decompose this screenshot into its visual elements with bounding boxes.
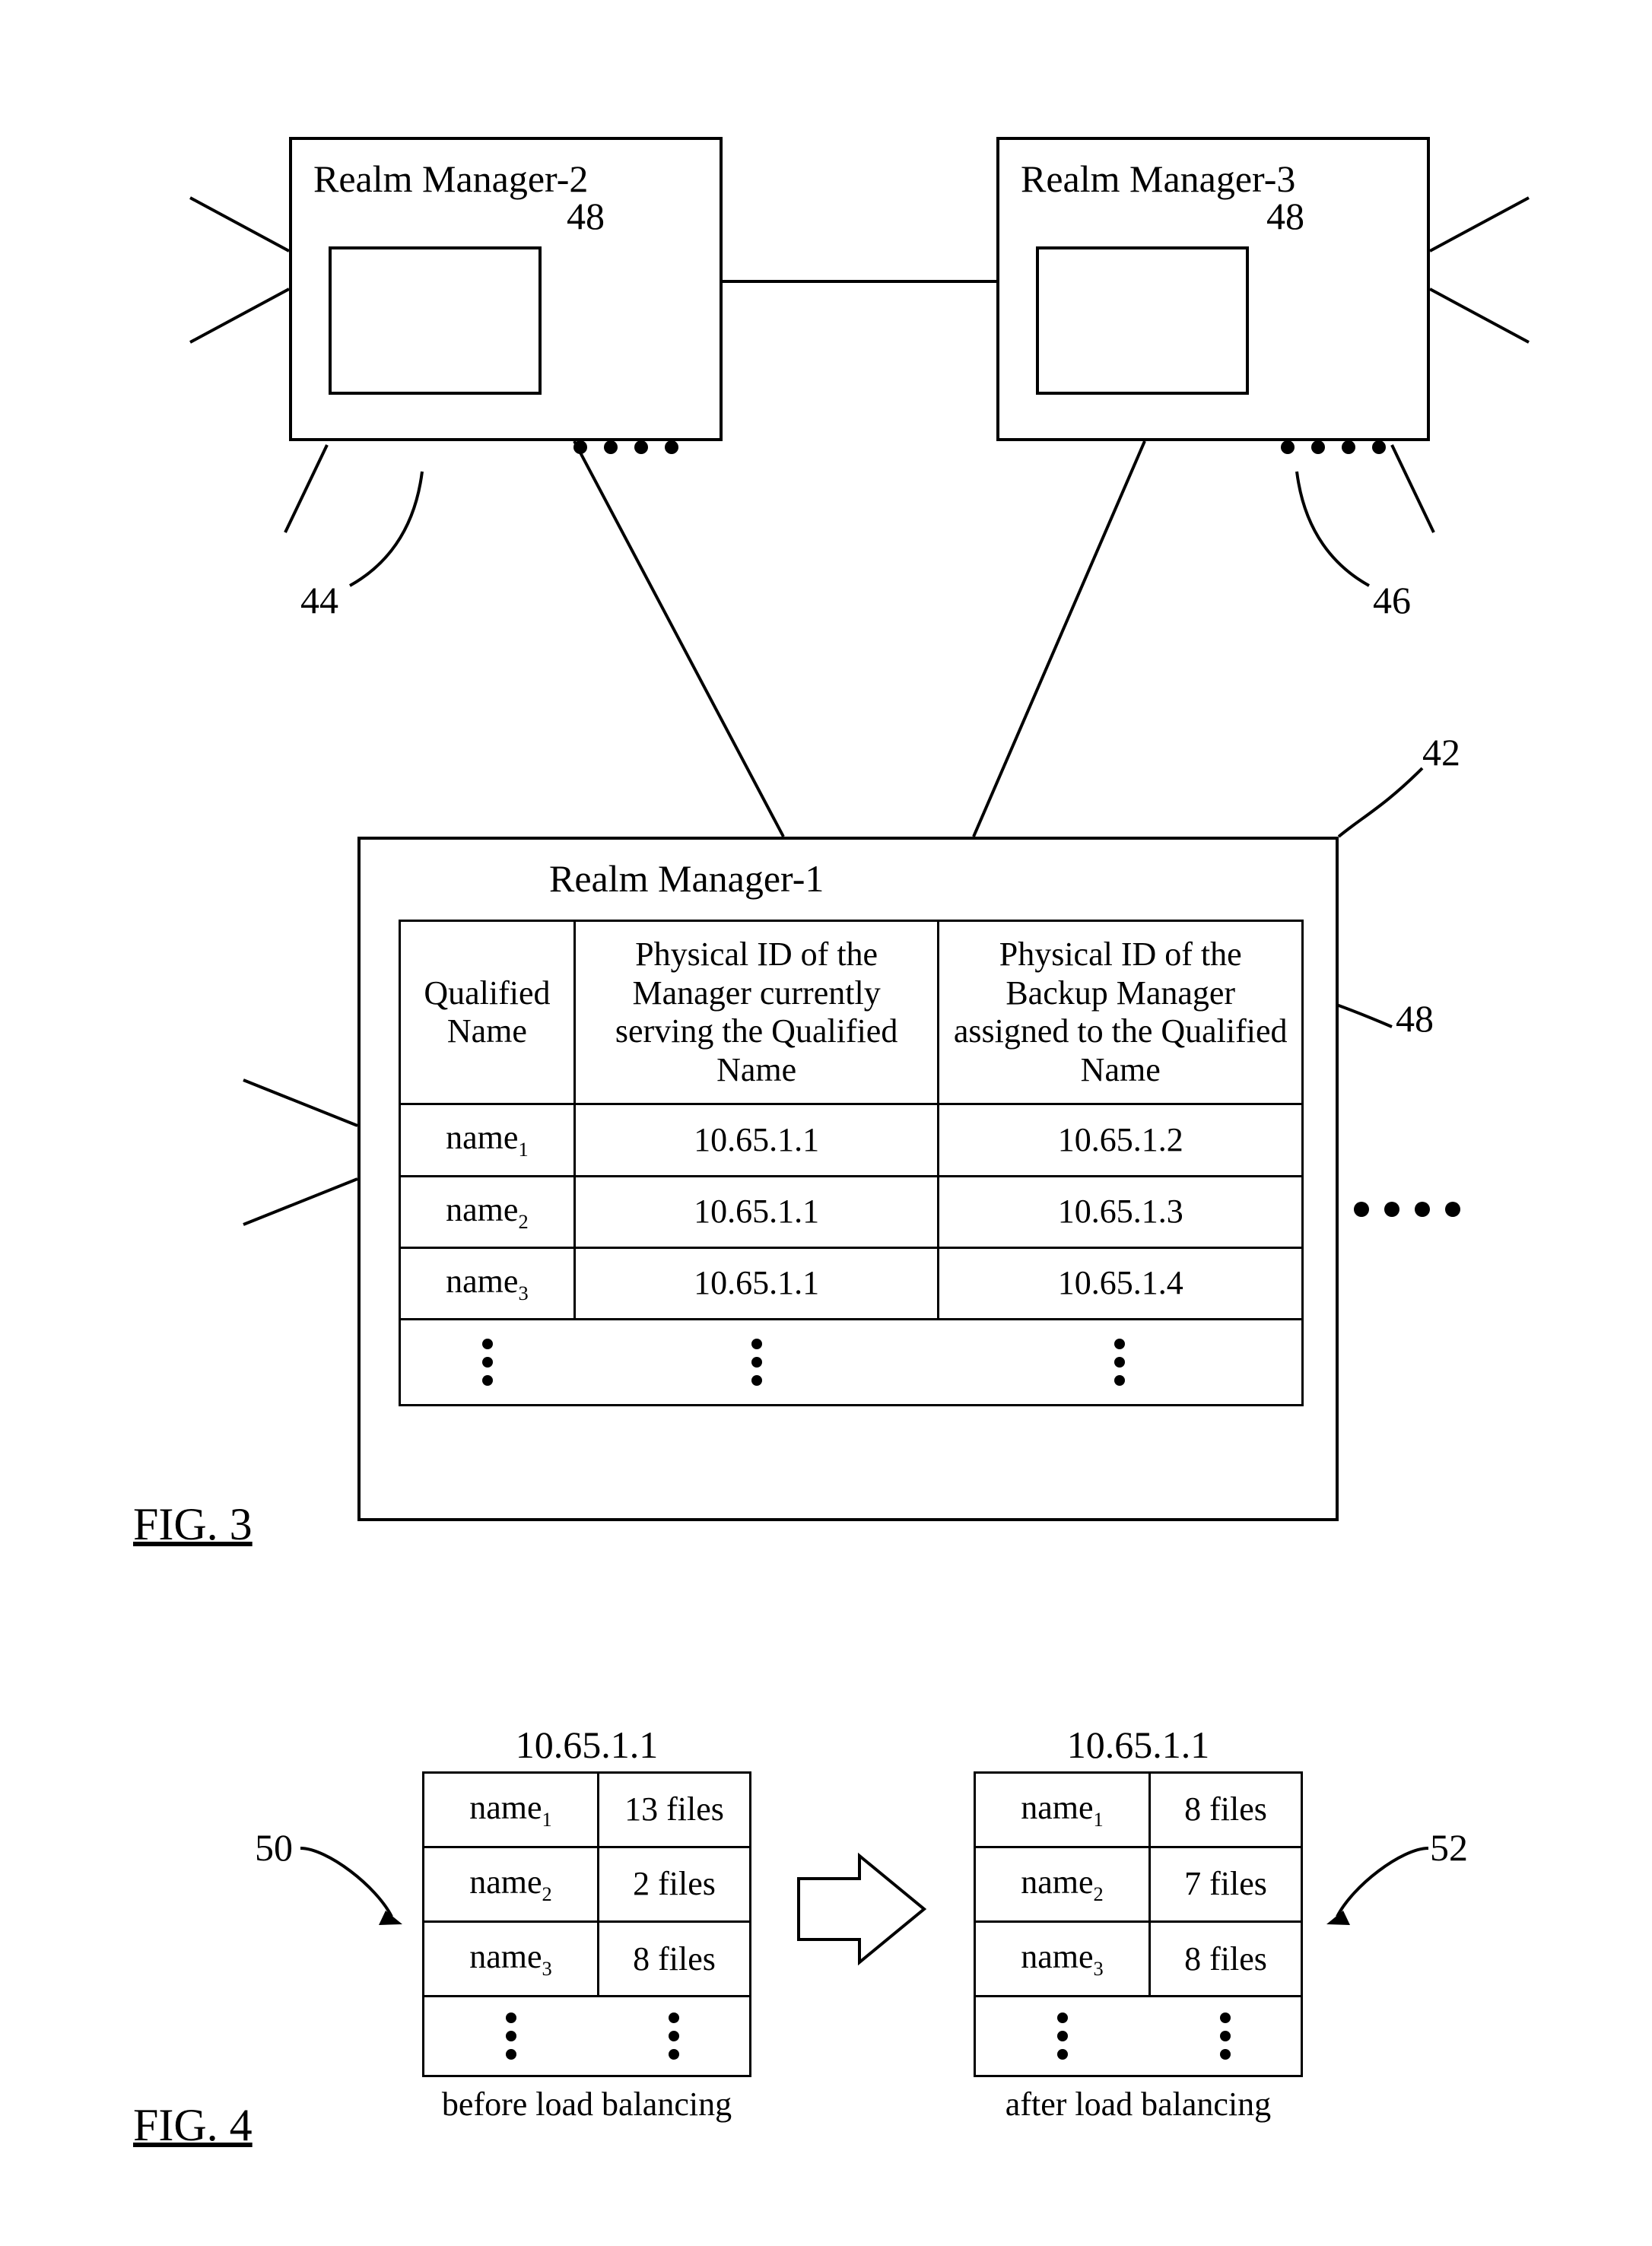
rm3-title: Realm Manager-3 bbox=[1021, 157, 1427, 201]
rm1-table-ref: 48 bbox=[1396, 996, 1434, 1040]
before-table: name113 files name22 files name38 files bbox=[422, 1771, 751, 2077]
after-caption: after load balancing bbox=[974, 2085, 1303, 2124]
after-ip: 10.65.1.1 bbox=[974, 1723, 1303, 1767]
rm3-inner-ref: 48 bbox=[1266, 194, 1304, 238]
realm-manager-3-box: Realm Manager-3 bbox=[996, 137, 1430, 441]
rm1-col1: Qualified Name bbox=[400, 921, 575, 1104]
rm1-col2: Physical ID of the Manager currently ser… bbox=[574, 921, 939, 1104]
before-ref: 50 bbox=[255, 1825, 293, 1870]
rm2-inner-box bbox=[329, 246, 542, 395]
realm-manager-1-box: Realm Manager-1 Qualified Name Physical … bbox=[357, 837, 1339, 1521]
rm1-ref: 42 bbox=[1422, 730, 1460, 774]
table-row: name18 files bbox=[975, 1773, 1302, 1847]
after-block: 10.65.1.1 name18 files name27 files name… bbox=[974, 1723, 1303, 2124]
before-block: 10.65.1.1 name113 files name22 files nam… bbox=[422, 1723, 751, 2124]
after-table: name18 files name27 files name38 files bbox=[974, 1771, 1303, 2077]
rm1-title: Realm Manager-1 bbox=[549, 856, 1336, 901]
table-row: name27 files bbox=[975, 1847, 1302, 1922]
before-caption: before load balancing bbox=[422, 2085, 751, 2124]
rm1-table: Qualified Name Physical ID of the Manage… bbox=[399, 920, 1304, 1406]
rm1-col3: Physical ID of the Backup Manager assign… bbox=[939, 921, 1303, 1104]
fig3-label: FIG. 3 bbox=[133, 1498, 253, 1551]
rm2-title: Realm Manager-2 bbox=[313, 157, 720, 201]
table-row: name1 10.65.1.1 10.65.1.2 bbox=[400, 1104, 1303, 1176]
rm2-inner-ref: 48 bbox=[567, 194, 605, 238]
rm3-ref: 46 bbox=[1373, 578, 1411, 622]
table-row: name38 files bbox=[975, 1922, 1302, 1997]
fig4-label: FIG. 4 bbox=[133, 2099, 253, 2152]
rm3-inner-box bbox=[1036, 246, 1249, 395]
table-row: name2 10.65.1.1 10.65.1.3 bbox=[400, 1176, 1303, 1247]
before-ip: 10.65.1.1 bbox=[422, 1723, 751, 1767]
rm2-ref: 44 bbox=[300, 578, 338, 622]
table-row: name113 files bbox=[424, 1773, 751, 1847]
table-row: name3 10.65.1.1 10.65.1.4 bbox=[400, 1247, 1303, 1319]
table-row: name38 files bbox=[424, 1922, 751, 1997]
realm-manager-2-box: Realm Manager-2 bbox=[289, 137, 723, 441]
table-row: name22 files bbox=[424, 1847, 751, 1922]
after-ref: 52 bbox=[1430, 1825, 1468, 1870]
